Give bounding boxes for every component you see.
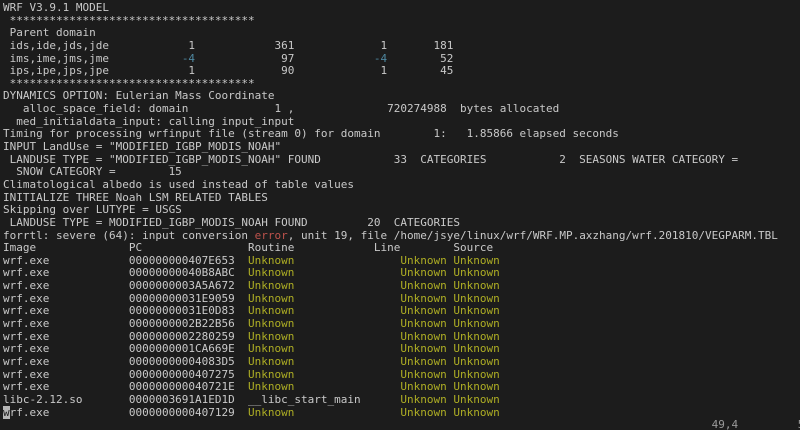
terminal-text: *************************************: [3, 77, 255, 90]
terminal-text-cyan: -4: [374, 52, 387, 65]
terminal-text-yellow: Unknown: [400, 266, 446, 279]
terminal-text: med_initialdata_input: calling input_inp…: [3, 115, 294, 128]
terminal-text-yellow: Unknown: [248, 279, 294, 292]
terminal-text-yellow: Unknown: [453, 292, 499, 305]
terminal-text-yellow: Unknown: [400, 279, 446, 292]
terminal-text: wrf.exe 00000000040B8ABC: [3, 266, 248, 279]
terminal-text-cyan: -4: [182, 52, 195, 65]
terminal-text: Timing for processing wrfinput file (str…: [3, 127, 619, 140]
terminal-text: SNOW CATEGORY = 15: [3, 165, 182, 178]
terminal-text: *************************************: [3, 14, 255, 27]
terminal-text-yellow: Unknown: [400, 355, 446, 368]
terminal-text-yellow: Unknown: [400, 317, 446, 330]
terminal-text: [294, 266, 400, 279]
terminal-text-yellow: Unknown: [453, 368, 499, 381]
terminal-text: Skipping over LUTYPE = USGS: [3, 203, 182, 216]
terminal-text-yellow: Unknown: [248, 292, 294, 305]
terminal-text: rf.exe 0000000000407129: [10, 406, 248, 419]
terminal-text-dim: 49,4 5: [3, 418, 800, 430]
terminal-text: wrf.exe 00000000004083D5: [3, 355, 248, 368]
terminal-text-yellow: Unknown: [400, 380, 446, 393]
terminal-text-yellow: Unknown: [248, 355, 294, 368]
terminal-text-yellow: Unknown: [453, 355, 499, 368]
terminal-text: LANDUSE TYPE = "MODIFIED_IGBP_MODIS_NOAH…: [3, 153, 738, 166]
terminal-text-yellow: Unknown: [400, 330, 446, 343]
terminal-text: ips,ipe,jps,jpe 1 90 1 45: [3, 64, 453, 77]
terminal-text-yellow: Unknown: [453, 304, 499, 317]
terminal-window[interactable]: WRF V3.9.1 MODEL ***********************…: [0, 0, 800, 430]
terminal-text-yellow: Unknown: [400, 342, 446, 355]
terminal-text: libc-2.12.so 0000003691A1ED1D __libc_sta…: [3, 393, 400, 406]
terminal-text: ims,ime,jms,jme: [3, 52, 182, 65]
terminal-text: 52: [387, 52, 453, 65]
terminal-text: wrf.exe 0000000000407275: [3, 368, 248, 381]
terminal-text: [294, 279, 400, 292]
terminal-text: [294, 380, 400, 393]
terminal-text: forrtl: severe (64): input conversion: [3, 229, 255, 242]
terminal-text-yellow: Unknown: [400, 406, 446, 419]
terminal-text: wrf.exe 0000000002280259: [3, 330, 248, 343]
terminal-text: ids,ide,jds,jde 1 361 1 181: [3, 39, 453, 52]
terminal-text-yellow: Unknown: [248, 254, 294, 267]
terminal-screen: WRF V3.9.1 MODEL ***********************…: [0, 0, 800, 430]
terminal-text: DYNAMICS OPTION: Eulerian Mass Coordinat…: [3, 89, 275, 102]
terminal-text: WRF V3.9.1 MODEL: [3, 1, 109, 14]
terminal-text-yellow: Unknown: [453, 380, 499, 393]
terminal-text-yellow: Unknown: [248, 342, 294, 355]
terminal-text: [294, 317, 400, 330]
terminal-text-yellow: Unknown: [248, 317, 294, 330]
terminal-text: [294, 292, 400, 305]
terminal-text: [294, 406, 400, 419]
terminal-text: [294, 330, 400, 343]
terminal-text: [294, 355, 400, 368]
terminal-text: INPUT LandUse = "MODIFIED_IGBP_MODIS_NOA…: [3, 140, 281, 153]
terminal-text-yellow: Unknown: [453, 342, 499, 355]
terminal-text: wrf.exe 0000000003A5A672: [3, 279, 248, 292]
terminal-text-yellow: Unknown: [400, 393, 446, 406]
terminal-text: Parent domain: [3, 26, 96, 39]
terminal-text: wrf.exe 00000000031E9059: [3, 292, 248, 305]
terminal-text: [294, 342, 400, 355]
terminal-text-red: error: [255, 229, 288, 242]
terminal-text: wrf.exe 0000000001CA669E: [3, 342, 248, 355]
terminal-text-yellow: Unknown: [453, 279, 499, 292]
terminal-text-yellow: Unknown: [453, 266, 499, 279]
terminal-text-yellow: Unknown: [453, 406, 499, 419]
terminal-line: 49,4 5: [3, 419, 800, 430]
terminal-text: [294, 304, 400, 317]
terminal-text: [294, 368, 400, 381]
terminal-text: Image PC Routine Line Source: [3, 241, 493, 254]
terminal-text: Climatological albedo is used instead of…: [3, 178, 354, 191]
terminal-text: INITIALIZE THREE Noah LSM RELATED TABLES: [3, 191, 268, 204]
terminal-text: [294, 254, 400, 267]
terminal-text-yellow: Unknown: [400, 304, 446, 317]
terminal-text: 97: [195, 52, 374, 65]
terminal-text: wrf.exe 00000000031E0D83: [3, 304, 248, 317]
terminal-line: *************************************: [3, 15, 800, 28]
terminal-text: wrf.exe 000000000407E653: [3, 254, 248, 267]
terminal-text: wrf.exe 000000000040721E: [3, 380, 248, 393]
terminal-text-yellow: Unknown: [400, 368, 446, 381]
terminal-text-yellow: Unknown: [453, 317, 499, 330]
terminal-text: , unit 19, file /home/jsye/linux/wrf/WRF…: [288, 229, 778, 242]
terminal-text-yellow: Unknown: [453, 393, 499, 406]
terminal-text-yellow: Unknown: [453, 330, 499, 343]
terminal-cursor: w: [3, 406, 10, 419]
terminal-text-yellow: Unknown: [400, 254, 446, 267]
terminal-text-yellow: Unknown: [248, 330, 294, 343]
terminal-text-yellow: Unknown: [248, 266, 294, 279]
terminal-text-yellow: Unknown: [248, 406, 294, 419]
terminal-text-yellow: Unknown: [248, 380, 294, 393]
terminal-text-yellow: Unknown: [400, 292, 446, 305]
terminal-text-yellow: Unknown: [453, 254, 499, 267]
terminal-text-yellow: Unknown: [248, 368, 294, 381]
terminal-text-yellow: Unknown: [248, 304, 294, 317]
terminal-text: LANDUSE TYPE = MODIFIED_IGBP_MODIS_NOAH …: [3, 216, 460, 229]
terminal-text: alloc_space_field: domain 1 , 720274988 …: [3, 102, 559, 115]
terminal-text: wrf.exe 0000000002B22B56: [3, 317, 248, 330]
